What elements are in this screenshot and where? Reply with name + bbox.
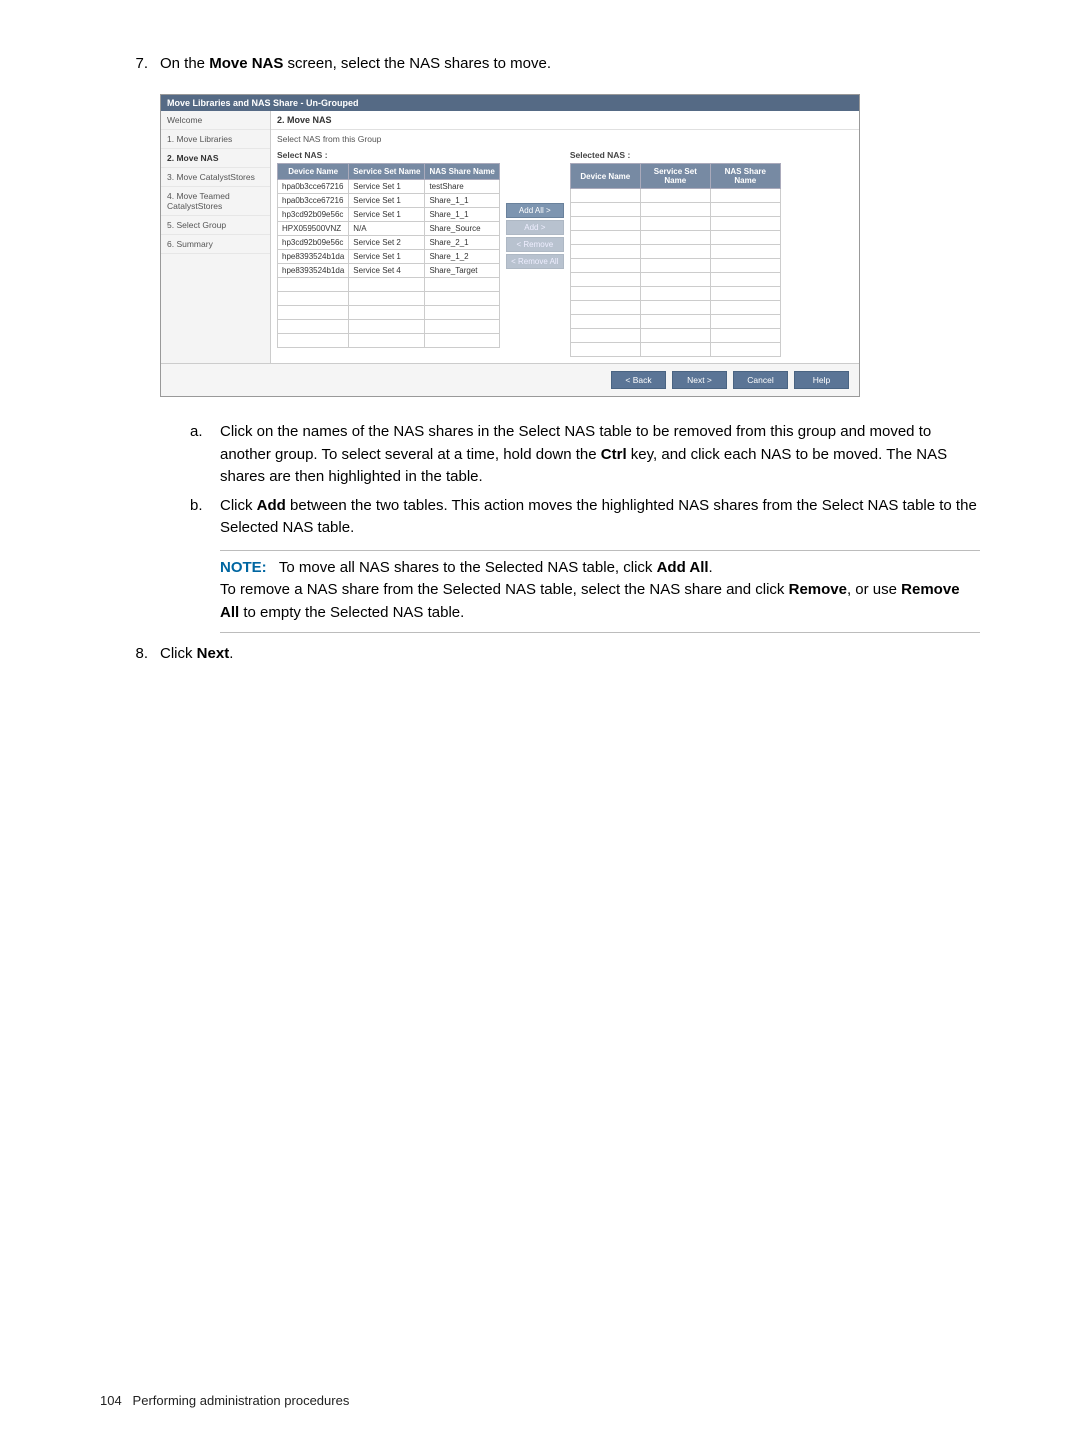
- page-number: 104: [100, 1393, 122, 1408]
- sidebar-item-move-teamed[interactable]: 4. Move Teamed CatalystStores: [161, 187, 270, 216]
- select-nas-column: Select NAS : Device Name Service Set Nam…: [277, 148, 500, 357]
- table-row[interactable]: hp3cd92b09e56cService Set 2Share_2_1: [278, 236, 500, 250]
- substep-a: a. Click on the names of the NAS shares …: [190, 421, 980, 489]
- sidebar-item-move-nas[interactable]: 2. Move NAS: [161, 149, 270, 168]
- table-row[interactable]: hp3cd92b09e56cService Set 1Share_1_1: [278, 208, 500, 222]
- col-service-set: Service Set Name: [349, 164, 425, 180]
- note-label: NOTE:: [220, 559, 267, 576]
- wizard-title: Move Libraries and NAS Share - Un-Groupe…: [161, 95, 859, 111]
- table-row[interactable]: HPX059500VNZN/AShare_Source: [278, 222, 500, 236]
- col-nas-share: NAS Share Name: [425, 164, 499, 180]
- table-row-empty: [278, 292, 500, 306]
- table-row-empty: [570, 231, 780, 245]
- table-row[interactable]: hpe8393524b1daService Set 1Share_1_2: [278, 250, 500, 264]
- panel-heading: 2. Move NAS: [271, 111, 859, 130]
- step-8-text: Click Next.: [160, 645, 233, 662]
- back-button[interactable]: < Back: [611, 371, 666, 389]
- wizard-sidebar: Welcome 1. Move Libraries 2. Move NAS 3.…: [161, 111, 271, 363]
- step-8: 8. Click Next.: [100, 645, 980, 662]
- transfer-buttons: Add All > Add > < Remove < Remove All: [506, 148, 564, 357]
- selected-nas-column: Selected NAS : Device Name Service Set N…: [570, 148, 781, 357]
- step-7: 7. On the Move NAS screen, select the NA…: [100, 55, 980, 72]
- table-row-empty: [570, 217, 780, 231]
- sidebar-item-move-libraries[interactable]: 1. Move Libraries: [161, 130, 270, 149]
- cancel-button[interactable]: Cancel: [733, 371, 788, 389]
- sidebar-item-move-catalyst[interactable]: 3. Move CatalystStores: [161, 168, 270, 187]
- col-nas-share-r: NAS Share Name: [710, 164, 780, 189]
- footer-text: Performing administration procedures: [133, 1393, 350, 1408]
- panel-subtext: Select NAS from this Group: [271, 130, 859, 148]
- sidebar-item-summary[interactable]: 6. Summary: [161, 235, 270, 254]
- select-nas-label: Select NAS :: [277, 148, 500, 163]
- sidebar-item-welcome[interactable]: Welcome: [161, 111, 270, 130]
- table-row-empty: [570, 343, 780, 357]
- add-all-button[interactable]: Add All >: [506, 203, 564, 218]
- substeps: a. Click on the names of the NAS shares …: [190, 421, 980, 540]
- select-nas-table[interactable]: Device Name Service Set Name NAS Share N…: [277, 163, 500, 348]
- table-row-empty: [570, 287, 780, 301]
- wizard-footer: < Back Next > Cancel Help: [161, 363, 859, 396]
- next-button[interactable]: Next >: [672, 371, 727, 389]
- step-number: 7.: [100, 55, 160, 72]
- table-row-empty: [278, 278, 500, 292]
- wizard-main: 2. Move NAS Select NAS from this Group S…: [271, 111, 859, 363]
- table-row[interactable]: hpa0b3cce67216Service Set 1Share_1_1: [278, 194, 500, 208]
- sidebar-item-select-group[interactable]: 5. Select Group: [161, 216, 270, 235]
- selected-nas-table[interactable]: Device Name Service Set Name NAS Share N…: [570, 163, 781, 357]
- table-row-empty: [570, 259, 780, 273]
- table-row-empty: [570, 301, 780, 315]
- col-service-set-r: Service Set Name: [640, 164, 710, 189]
- substep-b: b. Click Add between the two tables. Thi…: [190, 495, 980, 540]
- col-device-r: Device Name: [570, 164, 640, 189]
- table-row-empty: [278, 334, 500, 348]
- step-text: On the Move NAS screen, select the NAS s…: [160, 55, 551, 72]
- remove-button[interactable]: < Remove: [506, 237, 564, 252]
- help-button[interactable]: Help: [794, 371, 849, 389]
- col-device: Device Name: [278, 164, 349, 180]
- table-row-empty: [570, 273, 780, 287]
- selected-nas-label: Selected NAS :: [570, 148, 781, 163]
- table-row-empty: [570, 245, 780, 259]
- table-row-empty: [570, 203, 780, 217]
- page-footer: 104 Performing administration procedures: [100, 1393, 349, 1408]
- step-number-8: 8.: [100, 645, 160, 662]
- note-block: NOTE: To move all NAS shares to the Sele…: [220, 550, 980, 634]
- table-row-empty: [278, 320, 500, 334]
- wizard-dialog: Move Libraries and NAS Share - Un-Groupe…: [160, 94, 860, 397]
- add-button[interactable]: Add >: [506, 220, 564, 235]
- table-row-empty: [570, 329, 780, 343]
- table-row-empty: [570, 189, 780, 203]
- table-row[interactable]: hpe8393524b1daService Set 4Share_Target: [278, 264, 500, 278]
- table-row-empty: [570, 315, 780, 329]
- table-row-empty: [278, 306, 500, 320]
- remove-all-button[interactable]: < Remove All: [506, 254, 564, 269]
- table-row[interactable]: hpa0b3cce67216Service Set 1testShare: [278, 180, 500, 194]
